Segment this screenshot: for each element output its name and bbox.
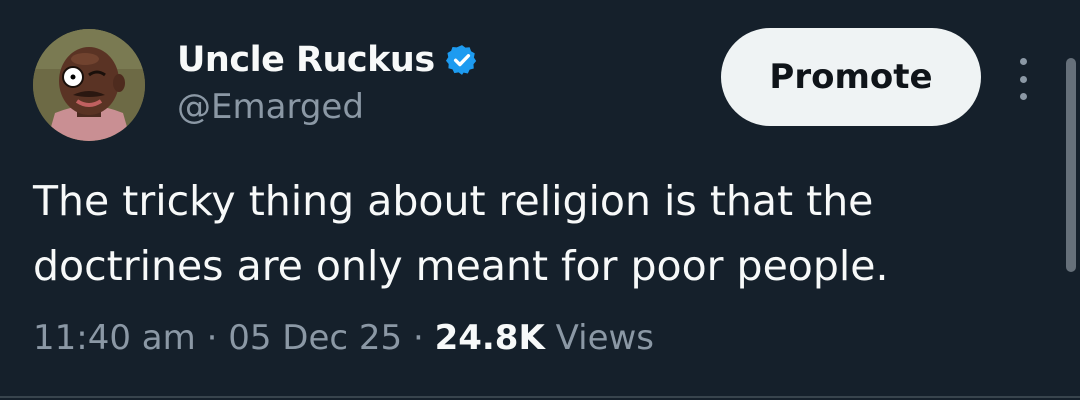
meta-separator: · [206,318,218,358]
more-dot [1019,75,1027,83]
verified-badge-icon[interactable] [445,43,479,77]
more-options-icon[interactable] [1011,58,1035,100]
tweet-text: The tricky thing about religion is that … [33,169,1033,299]
views-label: Views [555,318,655,358]
tweet-text-line: doctrines are only meant for poor people… [33,242,889,290]
more-dot [1019,93,1027,100]
tweet-text-line: The tricky thing about religion is that … [33,177,874,225]
promote-button[interactable]: Promote [721,28,981,126]
divider [0,396,1080,398]
more-dot [1019,58,1027,65]
tweet-time[interactable]: 11:40 am [33,318,196,358]
avatar-image [33,29,145,141]
tweet-date[interactable]: 05 Dec 25 [228,318,402,358]
author-handle[interactable]: @Emarged [177,87,364,127]
avatar[interactable] [33,29,145,141]
views-count[interactable]: 24.8K [435,318,545,358]
author-name[interactable]: Uncle Ruckus [177,40,479,80]
author-name-text[interactable]: Uncle Ruckus [177,40,435,80]
tweet-meta: 11:40 am · 05 Dec 25 · 24.8K Views [33,318,654,358]
scrollbar[interactable] [1066,58,1076,272]
meta-separator: · [412,318,424,358]
